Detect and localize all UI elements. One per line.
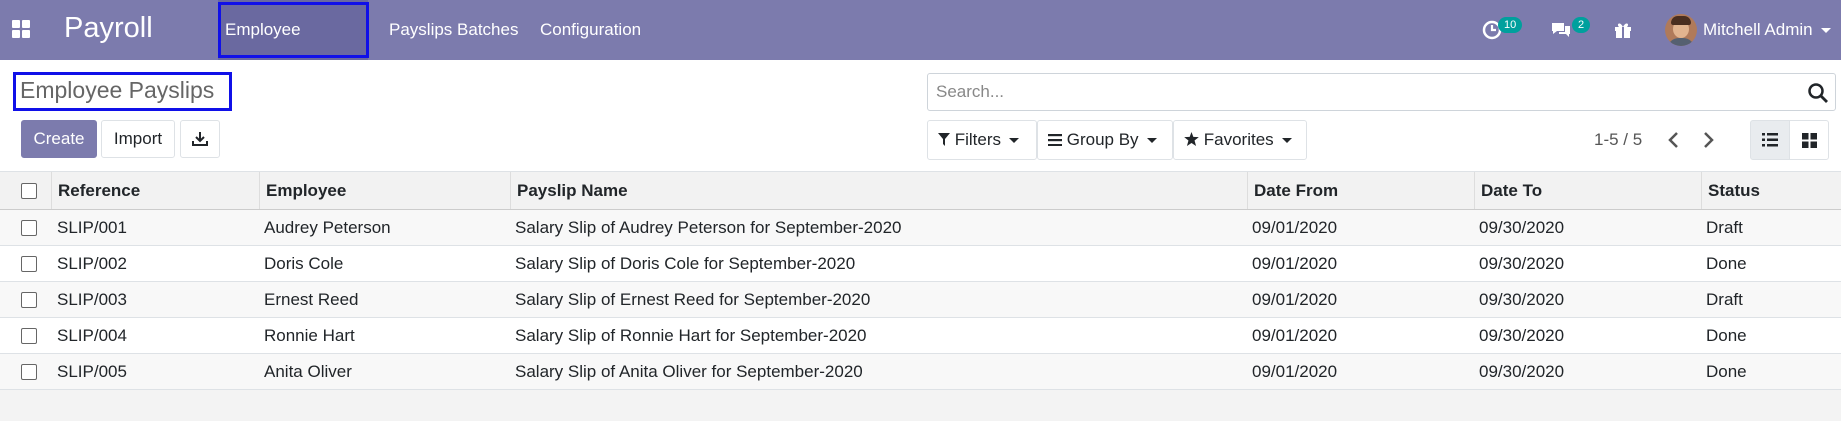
import-button[interactable]: Import bbox=[101, 120, 175, 158]
top-navbar: Payroll Employee Payslips Payslips Batch… bbox=[0, 0, 1841, 99]
cell-reference: SLIP/001 bbox=[57, 217, 127, 237]
app-brand[interactable]: Payroll bbox=[64, 12, 153, 45]
chevron-down-icon bbox=[1820, 28, 1831, 34]
cell-status: Draft bbox=[1706, 217, 1743, 237]
column-header-status[interactable]: Status bbox=[1701, 172, 1841, 209]
cell-payslip-name: Salary Slip of Ernest Reed for September… bbox=[515, 289, 871, 309]
table-row[interactable]: SLIP/002 Doris Cole Salary Slip of Doris… bbox=[0, 246, 1841, 282]
search-input[interactable] bbox=[936, 74, 1796, 110]
apps-menu-icon[interactable] bbox=[12, 20, 30, 38]
message-count-badge: 2 bbox=[1572, 17, 1591, 33]
cell-date-to: 09/30/2020 bbox=[1479, 325, 1565, 345]
cell-date-from: 09/01/2020 bbox=[1252, 253, 1338, 273]
gift-button[interactable] bbox=[1614, 0, 1638, 60]
menu-employee-payslips[interactable]: Employee Payslips bbox=[218, 0, 368, 99]
column-header-payslip-name[interactable]: Payslip Name bbox=[510, 172, 1248, 209]
column-header-employee[interactable]: Employee bbox=[259, 172, 513, 209]
list-bars-icon bbox=[1048, 134, 1062, 147]
table-row[interactable]: SLIP/001 Audrey Peterson Salary Slip of … bbox=[0, 210, 1841, 246]
user-name-label: Mitchell Admin bbox=[1703, 20, 1813, 39]
column-header-reference[interactable]: Reference bbox=[51, 172, 261, 209]
cell-payslip-name: Salary Slip of Anita Oliver for Septembe… bbox=[515, 361, 863, 381]
row-checkbox[interactable] bbox=[21, 292, 37, 308]
cell-date-from: 09/01/2020 bbox=[1252, 289, 1338, 309]
cell-date-from: 09/01/2020 bbox=[1252, 325, 1338, 345]
cell-status: Draft bbox=[1706, 289, 1743, 309]
cell-reference: SLIP/002 bbox=[57, 253, 127, 273]
list-view-icon bbox=[1762, 133, 1778, 147]
create-button[interactable]: Create bbox=[21, 120, 97, 158]
cell-date-to: 09/30/2020 bbox=[1479, 253, 1565, 273]
list-view-button[interactable] bbox=[1750, 120, 1790, 160]
export-button[interactable] bbox=[180, 120, 220, 158]
pager-next-icon[interactable] bbox=[1698, 130, 1718, 150]
chevron-down-icon bbox=[1281, 138, 1292, 144]
cell-payslip-name: Salary Slip of Doris Cole for September-… bbox=[515, 253, 856, 273]
cell-date-from: 09/01/2020 bbox=[1252, 217, 1338, 237]
row-checkbox[interactable] bbox=[21, 364, 37, 380]
column-header-date-from[interactable]: Date From bbox=[1247, 172, 1474, 209]
row-checkbox[interactable] bbox=[21, 256, 37, 272]
menu-payslips-batches[interactable]: Payslips Batches bbox=[389, 0, 518, 60]
cell-employee: Anita Oliver bbox=[264, 361, 352, 381]
cell-date-to: 09/30/2020 bbox=[1479, 217, 1565, 237]
row-checkbox[interactable] bbox=[21, 220, 37, 236]
cell-payslip-name: Salary Slip of Audrey Peterson for Septe… bbox=[515, 217, 902, 237]
cell-payslip-name: Salary Slip of Ronnie Hart for September… bbox=[515, 325, 867, 345]
filter-icon bbox=[938, 133, 950, 146]
user-menu[interactable]: Mitchell Admin bbox=[1703, 0, 1831, 60]
cell-date-to: 09/30/2020 bbox=[1479, 289, 1565, 309]
cell-date-to: 09/30/2020 bbox=[1479, 361, 1565, 381]
cell-employee: Ronnie Hart bbox=[264, 325, 355, 345]
page-title: Employee Payslips bbox=[20, 77, 215, 103]
user-avatar[interactable] bbox=[1665, 14, 1697, 46]
activity-button[interactable]: 10 bbox=[1482, 0, 1523, 60]
table-row[interactable]: SLIP/003 Ernest Reed Salary Slip of Erne… bbox=[0, 282, 1841, 318]
chevron-down-icon bbox=[1009, 138, 1020, 144]
kanban-view-icon bbox=[1802, 133, 1817, 148]
kanban-view-button[interactable] bbox=[1789, 120, 1829, 160]
groupby-label: Group By bbox=[1066, 130, 1139, 149]
payslip-list: Reference Employee Payslip Name Date Fro… bbox=[0, 171, 1841, 390]
favorites-dropdown[interactable]: Favorites bbox=[1173, 120, 1307, 160]
cell-reference: SLIP/003 bbox=[57, 289, 127, 309]
cell-employee: Ernest Reed bbox=[264, 289, 359, 309]
menu-configuration[interactable]: Configuration bbox=[540, 0, 641, 60]
select-all-checkbox[interactable] bbox=[21, 183, 37, 199]
filters-label: Filters bbox=[954, 130, 1002, 149]
search-icon[interactable] bbox=[1807, 82, 1829, 104]
cell-date-from: 09/01/2020 bbox=[1252, 361, 1338, 381]
row-checkbox[interactable] bbox=[21, 328, 37, 344]
column-header-date-to[interactable]: Date To bbox=[1474, 172, 1702, 209]
messages-button[interactable]: 2 bbox=[1550, 0, 1591, 60]
cell-status: Done bbox=[1706, 253, 1747, 273]
chevron-down-icon bbox=[1146, 138, 1157, 144]
activity-count-badge: 10 bbox=[1498, 17, 1523, 33]
star-icon bbox=[1184, 132, 1199, 146]
cell-reference: SLIP/004 bbox=[57, 325, 127, 345]
groupby-dropdown[interactable]: Group By bbox=[1037, 120, 1173, 160]
table-row[interactable]: SLIP/004 Ronnie Hart Salary Slip of Ronn… bbox=[0, 318, 1841, 354]
cell-status: Done bbox=[1706, 361, 1747, 381]
pager-value[interactable]: 1-5 / 5 bbox=[1594, 120, 1642, 160]
favorites-label: Favorites bbox=[1203, 130, 1274, 149]
table-header: Reference Employee Payslip Name Date Fro… bbox=[0, 172, 1841, 210]
chat-bubbles-icon bbox=[1552, 23, 1570, 37]
cell-reference: SLIP/005 bbox=[57, 361, 127, 381]
filters-dropdown[interactable]: Filters bbox=[927, 120, 1037, 160]
search-bar bbox=[927, 73, 1836, 111]
cell-employee: Audrey Peterson bbox=[264, 217, 391, 237]
pager-previous-icon[interactable] bbox=[1664, 130, 1684, 150]
download-icon bbox=[192, 132, 208, 146]
cell-employee: Doris Cole bbox=[264, 253, 344, 273]
table-row[interactable]: SLIP/005 Anita Oliver Salary Slip of Ani… bbox=[0, 354, 1841, 390]
gift-icon bbox=[1615, 23, 1631, 38]
cell-status: Done bbox=[1706, 325, 1747, 345]
control-panel: Employee Payslips Create Import Filters … bbox=[0, 60, 1841, 171]
